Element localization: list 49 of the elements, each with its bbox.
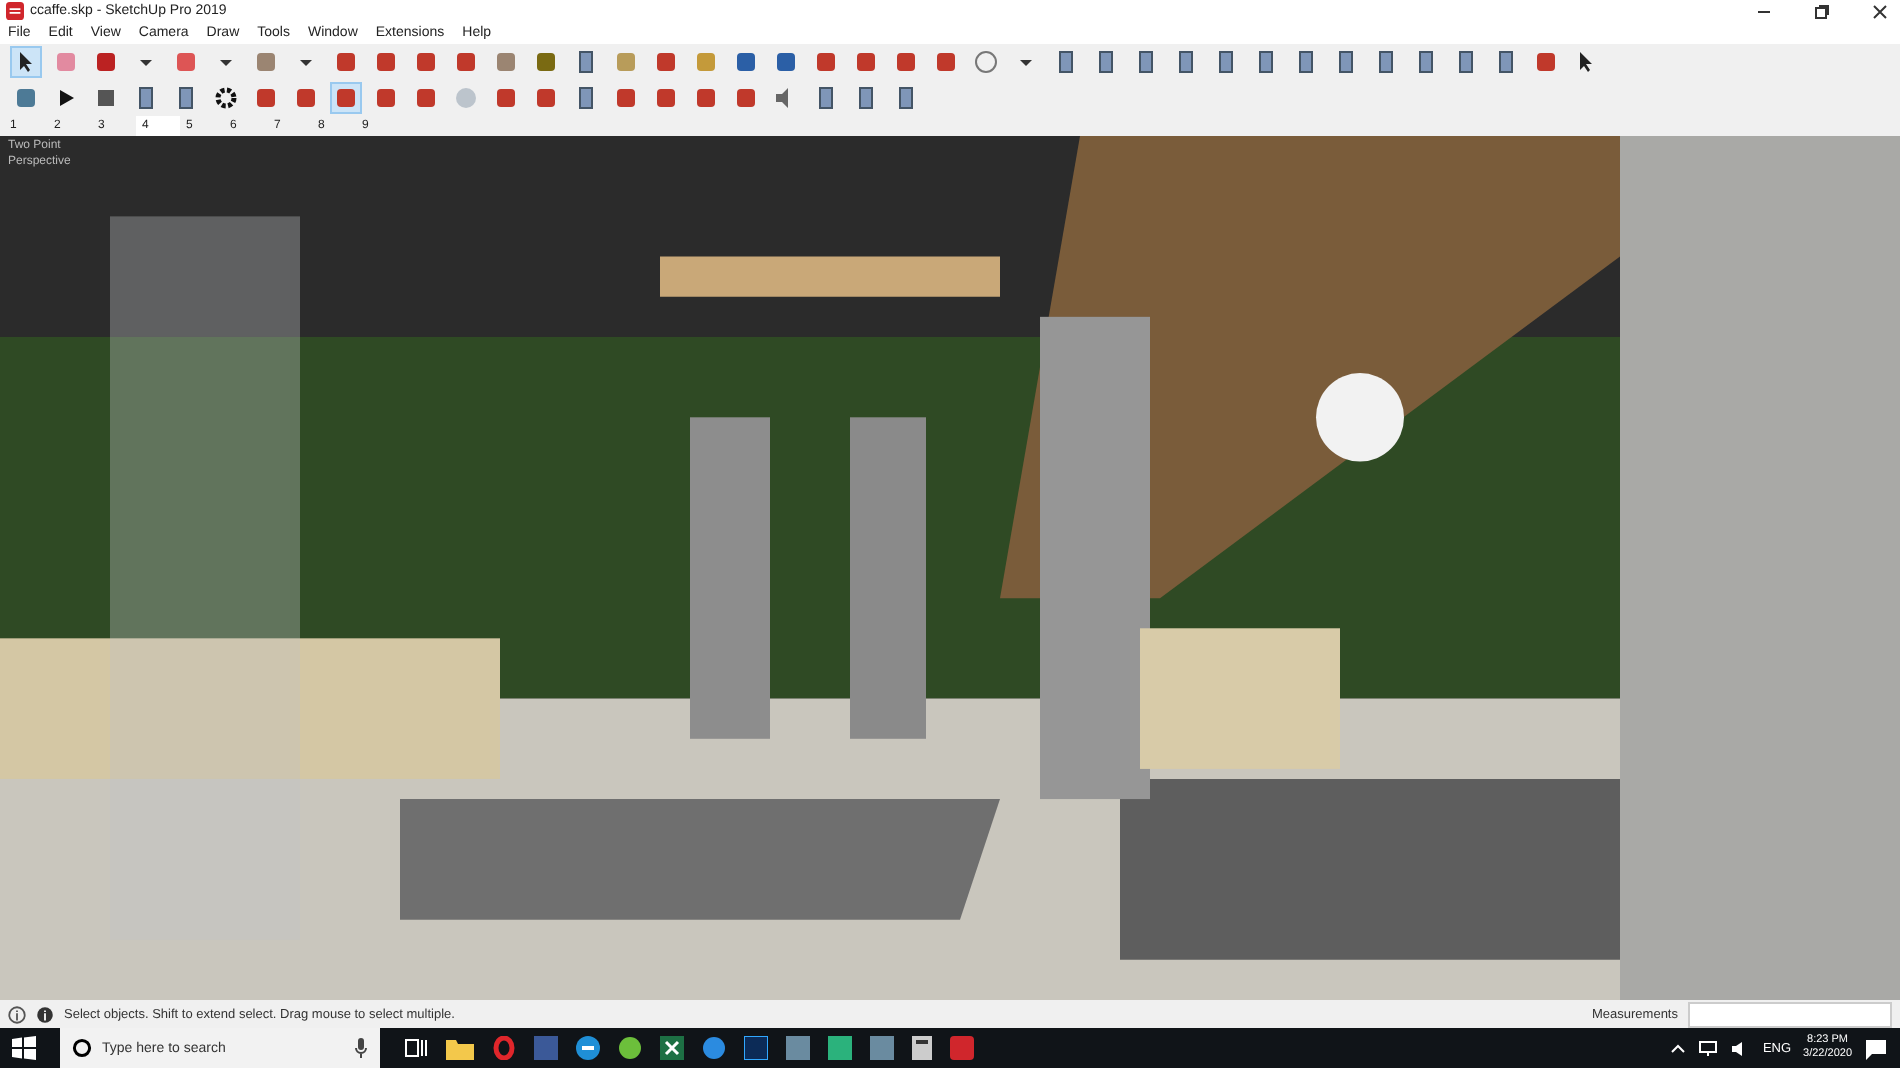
page-icon: [1134, 50, 1158, 74]
arrow-icon: [1574, 50, 1598, 74]
measurements-field[interactable]: [1688, 1001, 1892, 1027]
arrow-icon: [14, 50, 38, 74]
page-icon: [574, 86, 598, 110]
spreadsheet-icon[interactable]: [660, 1036, 684, 1060]
user-icon: [974, 50, 998, 74]
page-icon: [134, 86, 158, 110]
page-icon: [854, 86, 878, 110]
page-icon: [1094, 50, 1118, 74]
notification-icon[interactable]: [1864, 1037, 1888, 1059]
caret-icon[interactable]: [1670, 1042, 1687, 1054]
play-icon: [54, 86, 78, 110]
page-icon: [814, 86, 838, 110]
app-tile-icon[interactable]: [828, 1036, 852, 1060]
page-icon: [1374, 50, 1398, 74]
network-icon[interactable]: [1698, 1039, 1719, 1057]
app-tile-icon[interactable]: [534, 1036, 558, 1060]
page-icon: [1214, 50, 1238, 74]
microphone-icon: [354, 1038, 368, 1058]
page-icon: [1334, 50, 1358, 74]
page-icon: [1414, 50, 1438, 74]
page-icon: [1294, 50, 1318, 74]
ring-icon[interactable]: [492, 1036, 516, 1060]
search-icon: [72, 1038, 92, 1058]
page-icon: [894, 86, 918, 110]
page-icon: [1054, 50, 1078, 74]
info-icon: [8, 1005, 26, 1023]
app-tile-icon[interactable]: [870, 1036, 894, 1060]
page-icon: [1454, 50, 1478, 74]
stop-icon: [94, 86, 118, 110]
tool-button[interactable]: [10, 46, 42, 78]
page-icon: [1174, 50, 1198, 74]
page-icon: [174, 86, 198, 110]
tool-button[interactable]: [210, 82, 242, 114]
windows-logo-icon[interactable]: [12, 1036, 36, 1060]
app-tile-icon[interactable]: [786, 1036, 810, 1060]
circle-icon[interactable]: [618, 1036, 642, 1060]
circle-icon: [454, 86, 478, 110]
page-icon: [574, 50, 598, 74]
app-tile-icon[interactable]: [744, 1036, 768, 1060]
task-view-icon[interactable]: [404, 1038, 428, 1058]
info-icon: [36, 1005, 54, 1023]
circle-icon[interactable]: [702, 1036, 726, 1060]
calculator-icon[interactable]: [912, 1036, 932, 1060]
restore-icon[interactable]: [1814, 3, 1830, 19]
page-icon: [1494, 50, 1518, 74]
page-icon: [1254, 50, 1278, 74]
folder-icon[interactable]: [446, 1037, 474, 1059]
